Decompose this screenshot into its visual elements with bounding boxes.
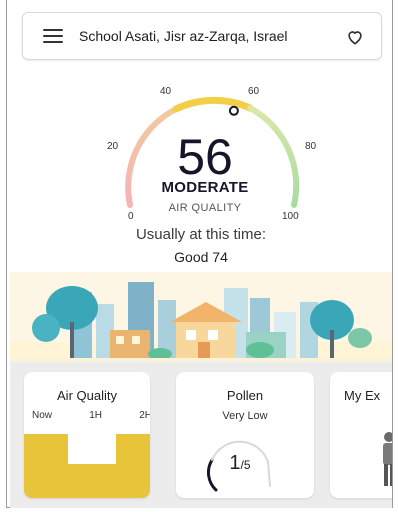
gauge-indicator xyxy=(228,105,239,116)
pollen-value: 1/5 xyxy=(210,452,270,475)
my-exposure-card[interactable]: My Ex xyxy=(330,372,392,498)
pollen-value-max: /5 xyxy=(240,458,251,472)
air-quality-gauge: 56 MODERATE AIR QUALITY 0 20 40 60 80 10… xyxy=(100,78,316,238)
bar-1h xyxy=(68,464,116,498)
bar-now xyxy=(24,434,68,498)
gauge-tick-100: 100 xyxy=(282,211,299,222)
pollen-level: Very Low xyxy=(222,410,268,422)
usual-value: Good 74 xyxy=(174,249,228,265)
hamburger-menu-icon[interactable] xyxy=(43,29,63,43)
pollen-card-title: Pollen xyxy=(226,388,264,403)
my-exposure-card-title: My Ex xyxy=(344,388,381,403)
tab-2h[interactable]: 2H xyxy=(139,410,150,421)
gauge-segment-moderate xyxy=(172,96,254,113)
gauge-tick-0: 0 xyxy=(128,211,134,222)
usual-label: Usually at this time: xyxy=(135,226,267,243)
location-name[interactable]: School Asati, Jisr az-Zarqa, Israel xyxy=(79,28,288,44)
air-quality-card[interactable]: Air Quality Now 1H 2H xyxy=(24,372,150,498)
aqi-status: MODERATE xyxy=(161,179,249,196)
pollen-card[interactable]: Pollen Very Low 1/5 xyxy=(176,372,314,498)
pollen-value-number: 1 xyxy=(229,452,241,474)
bar-2h xyxy=(116,434,150,498)
air-quality-forecast-tabs: Now 1H 2H xyxy=(32,410,150,421)
gauge-tick-40: 40 xyxy=(160,86,172,97)
heart-icon[interactable] xyxy=(345,27,365,47)
gauge-tick-60: 60 xyxy=(248,86,260,97)
gauge-tick-20: 20 xyxy=(107,141,119,152)
tab-1h[interactable]: 1H xyxy=(89,410,102,421)
aqi-value: 56 xyxy=(177,129,233,185)
gauge-tick-80: 80 xyxy=(305,141,317,152)
location-search-bar[interactable]: School Asati, Jisr az-Zarqa, Israel xyxy=(22,12,382,60)
frame-left-edge xyxy=(6,0,7,508)
person-icon xyxy=(383,432,392,486)
tab-now[interactable]: Now xyxy=(32,410,52,421)
city-illustration xyxy=(10,272,392,368)
air-quality-card-title: Air Quality xyxy=(57,388,117,403)
frame-right-edge xyxy=(392,0,393,508)
app-screen: School Asati, Jisr az-Zarqa, Israel 56 M… xyxy=(10,0,392,508)
